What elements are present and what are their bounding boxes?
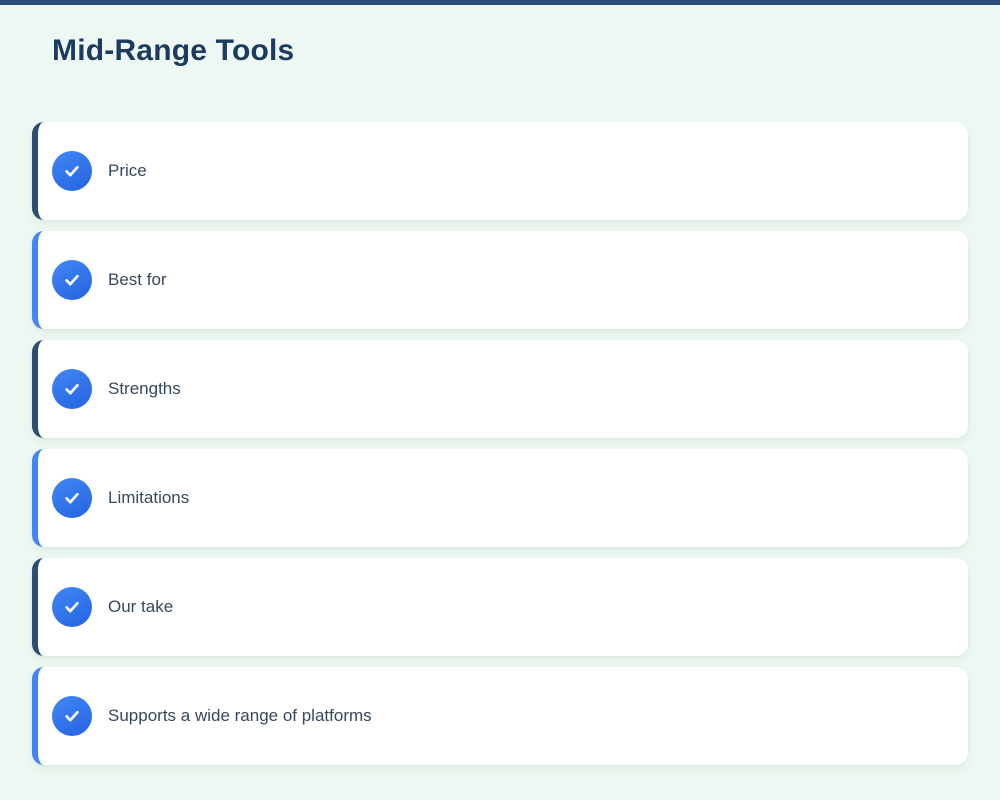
list-item-label: Price	[108, 161, 147, 181]
top-accent-bar	[0, 0, 1000, 5]
list-item-label: Limitations	[108, 488, 189, 508]
list-item: Supports a wide range of platforms	[32, 667, 968, 765]
list-item: Strengths	[32, 340, 968, 438]
list-item-label: Strengths	[108, 379, 181, 399]
checkmark-icon	[52, 696, 92, 736]
checkmark-icon	[52, 587, 92, 627]
list-item: Limitations	[32, 449, 968, 547]
checkmark-icon	[52, 478, 92, 518]
checklist: Price Best for Strengths Limitations	[32, 122, 968, 776]
list-item-label: Supports a wide range of platforms	[108, 706, 372, 726]
list-item: Our take	[32, 558, 968, 656]
list-item: Price	[32, 122, 968, 220]
list-item: Best for	[32, 231, 968, 329]
checkmark-icon	[52, 369, 92, 409]
page-title: Mid-Range Tools	[52, 36, 1000, 66]
list-item-label: Our take	[108, 597, 173, 617]
list-item-label: Best for	[108, 270, 167, 290]
checkmark-icon	[52, 151, 92, 191]
checkmark-icon	[52, 260, 92, 300]
